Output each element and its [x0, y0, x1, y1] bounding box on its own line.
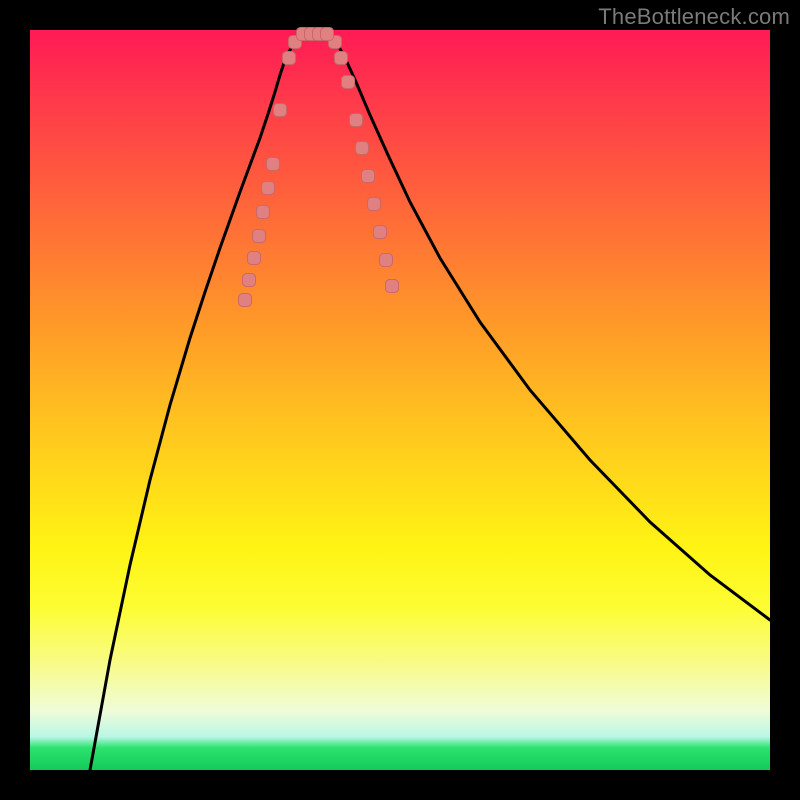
marker-left — [267, 158, 280, 171]
marker-left — [262, 182, 275, 195]
marker-right — [350, 114, 363, 127]
marker-left — [253, 230, 266, 243]
marker-left — [243, 274, 256, 287]
marker-left — [274, 104, 287, 117]
marker-left — [283, 52, 296, 65]
marker-right — [362, 170, 375, 183]
marker-right — [368, 198, 381, 211]
chart-svg — [30, 30, 770, 770]
marker-group — [239, 28, 399, 307]
marker-left — [257, 206, 270, 219]
marker-right — [386, 280, 399, 293]
left-curve — [90, 34, 302, 770]
marker-right — [335, 52, 348, 65]
chart-frame: TheBottleneck.com — [0, 0, 800, 800]
marker-right — [380, 254, 393, 267]
marker-right — [342, 76, 355, 89]
marker-right — [356, 142, 369, 155]
marker-floor — [321, 28, 334, 41]
watermark-label: TheBottleneck.com — [598, 4, 790, 30]
plot-area — [30, 30, 770, 770]
right-curve — [330, 34, 770, 620]
marker-left — [248, 252, 261, 265]
marker-left — [239, 294, 252, 307]
curve-group — [90, 34, 770, 770]
marker-right — [374, 226, 387, 239]
